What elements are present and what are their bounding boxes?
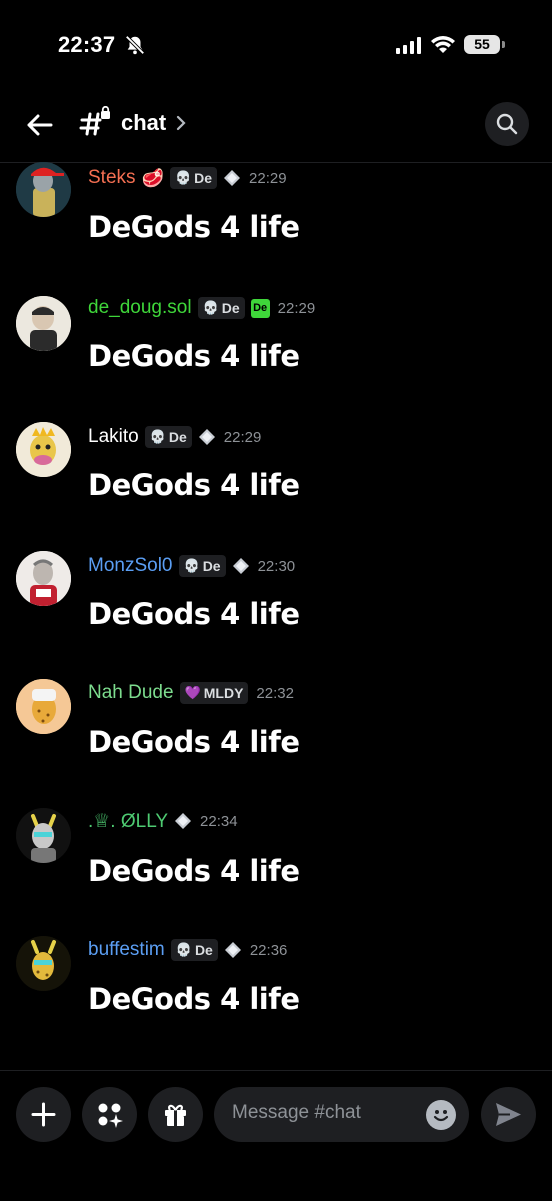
server-tag-label: De xyxy=(194,170,213,186)
server-tag[interactable]: 💜 MLDY xyxy=(179,682,249,704)
apps-button[interactable] xyxy=(82,1087,137,1142)
degods-logo-badge: De xyxy=(250,298,270,318)
wifi-icon xyxy=(431,36,455,53)
channel-header: chat xyxy=(0,90,552,163)
server-tag[interactable]: 💀 De xyxy=(170,939,218,961)
skull-icon: 💀 xyxy=(149,429,166,444)
message-text: DeGods 4 life xyxy=(88,339,300,373)
timestamp: 22:30 xyxy=(257,557,296,575)
gift-button[interactable] xyxy=(148,1087,203,1142)
battery-indicator: 55 xyxy=(464,35,505,54)
skull-icon: 💀 xyxy=(202,300,219,315)
message-text: DeGods 4 life xyxy=(88,982,300,1016)
cell-signal-icon xyxy=(396,37,421,54)
avatar[interactable] xyxy=(16,162,71,217)
timestamp: 22:29 xyxy=(249,169,287,187)
message: de_doug.sol 💀 De De 22:29 DeGods 4 life xyxy=(0,292,552,412)
diamond-badge-icon xyxy=(224,170,241,186)
message: .♕. ØLLY 22:34 DeGods 4 life xyxy=(0,806,552,926)
server-tag-label: De xyxy=(202,558,221,574)
search-button[interactable] xyxy=(485,102,529,146)
username[interactable]: de_doug.sol xyxy=(88,297,192,319)
avatar[interactable] xyxy=(16,296,71,351)
add-attachment-button[interactable] xyxy=(16,1087,71,1142)
diamond-badge-icon xyxy=(224,942,241,958)
message-list[interactable]: Steks 🥩 💀 De 22:29 DeGods 4 life de_doug.… xyxy=(0,160,552,1070)
purple-heart-icon: 💜 xyxy=(184,685,201,700)
message: Steks 🥩 💀 De 22:29 DeGods 4 life xyxy=(0,160,552,280)
timestamp: 22:29 xyxy=(277,299,316,317)
message-text: DeGods 4 life xyxy=(88,597,300,631)
skull-icon: 💀 xyxy=(174,170,192,185)
bell-muted-icon xyxy=(125,35,145,55)
timestamp: 22:29 xyxy=(223,428,262,446)
message: Nah Dude 💜 MLDY 22:32 DeGods 4 life xyxy=(0,677,552,797)
message: buffestim 💀 De 22:36 DeGods 4 life xyxy=(0,934,552,1054)
diamond-badge-icon xyxy=(232,558,249,574)
avatar[interactable] xyxy=(16,936,71,991)
username[interactable]: Steks xyxy=(88,167,136,189)
avatar[interactable] xyxy=(16,808,71,863)
server-tag-label: De xyxy=(194,942,213,958)
timestamp: 22:34 xyxy=(200,812,238,830)
status-bar: 22:37 55 xyxy=(0,0,552,90)
search-icon xyxy=(496,113,518,135)
send-button[interactable] xyxy=(481,1087,536,1142)
server-tag-label: MLDY xyxy=(203,685,244,701)
server-tag[interactable]: 💀 De xyxy=(144,426,192,448)
message: MonzSol0 💀 De 22:30 DeGods 4 life xyxy=(0,549,552,669)
message-input[interactable]: Message #chat xyxy=(214,1087,469,1142)
server-tag[interactable]: 💀 De xyxy=(169,167,218,189)
gift-icon xyxy=(165,1104,186,1126)
server-tag-label: De xyxy=(221,300,240,316)
diamond-badge-icon xyxy=(175,813,192,829)
username[interactable]: MonzSol0 xyxy=(88,555,173,577)
emoji-button[interactable] xyxy=(426,1100,456,1130)
message-text: DeGods 4 life xyxy=(88,725,300,759)
message-composer: Message #chat xyxy=(0,1070,552,1201)
diamond-badge-icon xyxy=(198,429,215,445)
chevron-right-icon[interactable] xyxy=(174,112,188,134)
timestamp: 22:36 xyxy=(249,941,288,959)
send-arrow-icon xyxy=(496,1103,521,1126)
apps-sparkle-icon xyxy=(98,1103,123,1128)
message-text: DeGods 4 life xyxy=(88,468,300,502)
skull-icon: 💀 xyxy=(183,558,200,573)
smiley-icon xyxy=(433,1110,449,1122)
avatar[interactable] xyxy=(16,679,71,734)
avatar[interactable] xyxy=(16,422,71,477)
username[interactable]: buffestim xyxy=(88,939,165,961)
server-tag-label: De xyxy=(168,429,187,445)
username[interactable]: Lakito xyxy=(88,426,139,448)
message-text: DeGods 4 life xyxy=(88,854,300,888)
server-tag[interactable]: 💀 De xyxy=(197,297,245,319)
timestamp: 22:32 xyxy=(256,684,294,702)
channel-title[interactable]: chat xyxy=(121,110,166,136)
plus-icon xyxy=(31,1102,56,1127)
status-time: 22:37 xyxy=(58,32,116,57)
message: Lakito 💀 De 22:29 DeGods 4 life xyxy=(0,420,552,540)
message-text: DeGods 4 life xyxy=(88,210,300,244)
locked-channel-hash-icon xyxy=(79,106,110,136)
message-input-placeholder: Message #chat xyxy=(232,1102,361,1123)
back-arrow-icon[interactable] xyxy=(24,110,54,140)
avatar[interactable] xyxy=(16,551,71,606)
skull-icon: 💀 xyxy=(175,942,192,957)
server-tag[interactable]: 💀 De xyxy=(178,555,226,577)
username[interactable]: .♕. ØLLY xyxy=(88,810,168,833)
username[interactable]: Nah Dude xyxy=(88,682,174,704)
name-emoji: 🥩 xyxy=(141,167,164,188)
